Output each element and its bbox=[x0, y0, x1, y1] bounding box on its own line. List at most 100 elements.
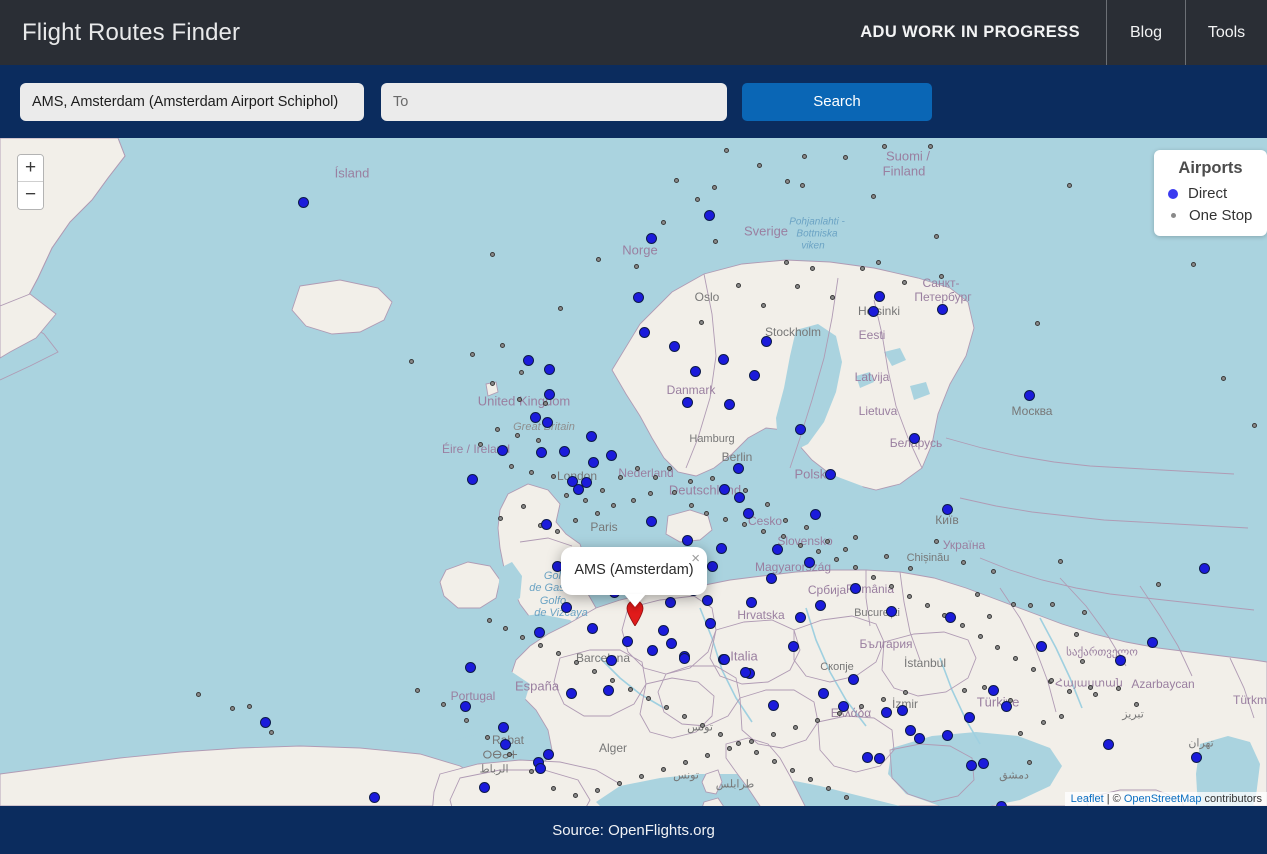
direct-airport-marker[interactable] bbox=[668, 340, 680, 352]
direct-airport-marker[interactable] bbox=[733, 491, 745, 503]
direct-airport-marker[interactable] bbox=[605, 654, 617, 666]
direct-airport-marker[interactable] bbox=[560, 601, 572, 613]
openstreetmap-link[interactable]: OpenStreetMap bbox=[1124, 793, 1202, 805]
direct-airport-marker[interactable] bbox=[534, 762, 546, 774]
direct-airport-marker[interactable] bbox=[540, 518, 552, 530]
direct-airport-marker[interactable] bbox=[259, 716, 271, 728]
direct-airport-marker[interactable] bbox=[742, 507, 754, 519]
map-container[interactable]: .land { fill:#f2efe9; stroke:#b09bb4; st… bbox=[0, 138, 1267, 806]
direct-airport-marker[interactable] bbox=[745, 596, 757, 608]
direct-airport-marker[interactable] bbox=[987, 684, 999, 696]
direct-airport-marker[interactable] bbox=[665, 637, 677, 649]
zoom-out-button[interactable]: − bbox=[18, 182, 43, 209]
direct-airport-marker[interactable] bbox=[689, 365, 701, 377]
direct-airport-marker[interactable] bbox=[632, 291, 644, 303]
direct-airport-marker[interactable] bbox=[837, 700, 849, 712]
origin-airport-input[interactable] bbox=[20, 82, 364, 121]
direct-airport-marker[interactable] bbox=[767, 699, 779, 711]
direct-airport-marker[interactable] bbox=[585, 430, 597, 442]
direct-airport-marker[interactable] bbox=[681, 396, 693, 408]
direct-airport-marker[interactable] bbox=[787, 640, 799, 652]
direct-airport-marker[interactable] bbox=[645, 515, 657, 527]
direct-airport-marker[interactable] bbox=[646, 644, 658, 656]
direct-airport-marker[interactable] bbox=[466, 473, 478, 485]
direct-airport-marker[interactable] bbox=[580, 476, 592, 488]
direct-airport-marker[interactable] bbox=[880, 706, 892, 718]
direct-airport-marker[interactable] bbox=[732, 462, 744, 474]
direct-airport-marker[interactable] bbox=[638, 326, 650, 338]
direct-airport-marker[interactable] bbox=[678, 652, 690, 664]
direct-airport-marker[interactable] bbox=[706, 560, 718, 572]
direct-airport-marker[interactable] bbox=[941, 503, 953, 515]
direct-airport-marker[interactable] bbox=[760, 335, 772, 347]
direct-airport-marker[interactable] bbox=[535, 446, 547, 458]
direct-airport-marker[interactable] bbox=[1198, 562, 1210, 574]
direct-airport-marker[interactable] bbox=[715, 542, 727, 554]
direct-airport-marker[interactable] bbox=[602, 684, 614, 696]
direct-airport-marker[interactable] bbox=[885, 605, 897, 617]
search-button[interactable]: Search bbox=[742, 82, 932, 121]
direct-airport-marker[interactable] bbox=[368, 791, 380, 803]
nav-link-tools[interactable]: Tools bbox=[1185, 0, 1267, 65]
direct-airport-marker[interactable] bbox=[664, 596, 676, 608]
direct-airport-marker[interactable] bbox=[904, 724, 916, 736]
direct-airport-marker[interactable] bbox=[605, 449, 617, 461]
map-zoom-control[interactable]: + − bbox=[17, 154, 44, 210]
direct-airport-marker[interactable] bbox=[1023, 389, 1035, 401]
direct-airport-marker[interactable] bbox=[543, 363, 555, 375]
direct-airport-marker[interactable] bbox=[771, 543, 783, 555]
zoom-in-button[interactable]: + bbox=[18, 155, 43, 182]
direct-airport-marker[interactable] bbox=[522, 354, 534, 366]
direct-airport-marker[interactable] bbox=[496, 444, 508, 456]
direct-airport-marker[interactable] bbox=[718, 653, 730, 665]
direct-airport-marker[interactable] bbox=[1000, 700, 1012, 712]
direct-airport-marker[interactable] bbox=[497, 721, 509, 733]
direct-airport-marker[interactable] bbox=[963, 711, 975, 723]
direct-airport-marker[interactable] bbox=[478, 781, 490, 793]
direct-airport-marker[interactable] bbox=[861, 751, 873, 763]
direct-airport-marker[interactable] bbox=[565, 687, 577, 699]
direct-airport-marker[interactable] bbox=[558, 445, 570, 457]
direct-airport-marker[interactable] bbox=[965, 759, 977, 771]
direct-airport-marker[interactable] bbox=[944, 611, 956, 623]
direct-airport-marker[interactable] bbox=[873, 290, 885, 302]
direct-airport-marker[interactable] bbox=[794, 611, 806, 623]
direct-airport-marker[interactable] bbox=[809, 508, 821, 520]
direct-airport-marker[interactable] bbox=[794, 423, 806, 435]
popup-close-icon[interactable]: × bbox=[691, 551, 700, 566]
destination-airport-input[interactable] bbox=[381, 82, 727, 121]
direct-airport-marker[interactable] bbox=[941, 729, 953, 741]
direct-airport-marker[interactable] bbox=[977, 757, 989, 769]
direct-airport-marker[interactable] bbox=[645, 232, 657, 244]
direct-airport-marker[interactable] bbox=[529, 411, 541, 423]
direct-airport-marker[interactable] bbox=[717, 353, 729, 365]
nav-link-blog[interactable]: Blog bbox=[1106, 0, 1185, 65]
direct-airport-marker[interactable] bbox=[723, 398, 735, 410]
direct-airport-marker[interactable] bbox=[1190, 751, 1202, 763]
direct-airport-marker[interactable] bbox=[542, 748, 554, 760]
direct-airport-marker[interactable] bbox=[913, 732, 925, 744]
direct-airport-marker[interactable] bbox=[1035, 640, 1047, 652]
direct-airport-marker[interactable] bbox=[847, 673, 859, 685]
direct-airport-marker[interactable] bbox=[896, 704, 908, 716]
direct-airport-marker[interactable] bbox=[621, 635, 633, 647]
direct-airport-marker[interactable] bbox=[824, 468, 836, 480]
direct-airport-marker[interactable] bbox=[718, 483, 730, 495]
direct-airport-marker[interactable] bbox=[499, 738, 511, 750]
direct-airport-marker[interactable] bbox=[908, 432, 920, 444]
direct-airport-marker[interactable] bbox=[739, 666, 751, 678]
direct-airport-marker[interactable] bbox=[1102, 738, 1114, 750]
direct-airport-marker[interactable] bbox=[586, 622, 598, 634]
direct-airport-marker[interactable] bbox=[849, 582, 861, 594]
direct-airport-marker[interactable] bbox=[703, 209, 715, 221]
direct-airport-marker[interactable] bbox=[1146, 636, 1158, 648]
direct-airport-marker[interactable] bbox=[936, 303, 948, 315]
direct-airport-marker[interactable] bbox=[587, 456, 599, 468]
direct-airport-marker[interactable] bbox=[867, 305, 879, 317]
direct-airport-marker[interactable] bbox=[657, 624, 669, 636]
leaflet-link[interactable]: Leaflet bbox=[1071, 793, 1104, 805]
direct-airport-marker[interactable] bbox=[533, 626, 545, 638]
direct-airport-marker[interactable] bbox=[873, 752, 885, 764]
direct-airport-marker[interactable] bbox=[541, 416, 553, 428]
direct-airport-marker[interactable] bbox=[765, 572, 777, 584]
